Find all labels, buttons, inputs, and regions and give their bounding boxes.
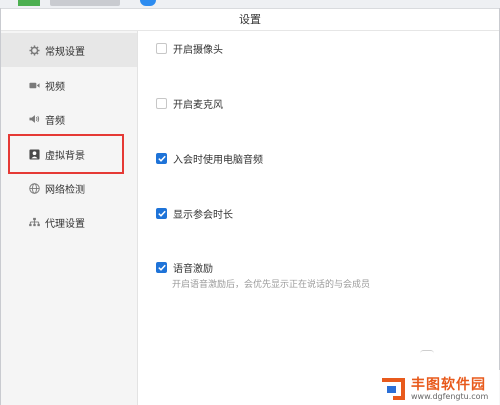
check-icon (157, 210, 166, 217)
computer-audio-checkbox[interactable] (156, 153, 167, 164)
network-icon (27, 215, 41, 229)
watermark: 丰图软件园 www.dgfengtu.com (375, 370, 500, 405)
window-title: 设置 (1, 9, 499, 31)
speaker-icon (27, 112, 41, 126)
option-microphone[interactable]: 开启麦克风 (156, 96, 223, 111)
camera-icon (27, 78, 41, 92)
settings-sidebar: 常规设置 视频 音频 虚拟背景 网络检测 代理设置 (1, 31, 138, 405)
voice-activation-checkbox[interactable] (156, 262, 167, 273)
camera-checkbox[interactable] (156, 43, 167, 54)
watermark-logo-icon (379, 376, 407, 405)
voice-activation-hint: 开启语音激励后，会优先显示正在说话的与会成员 (172, 280, 371, 290)
settings-window: 设置 常规设置 视频 音频 虚拟背景 网络检测 代理设置 开启摄像头 开启麦克风… (0, 0, 500, 405)
sidebar-item-audio[interactable]: 音频 (1, 102, 137, 136)
sidebar-item-general[interactable]: 常规设置 (1, 33, 137, 67)
option-computer-audio[interactable]: 入会时使用电脑音频 (156, 151, 263, 166)
sidebar-item-label: 常规设置 (45, 46, 85, 58)
option-voice-activation[interactable]: 语音激励 (156, 260, 213, 275)
microphone-checkbox[interactable] (156, 98, 167, 109)
sidebar-item-proxy[interactable]: 代理设置 (1, 205, 137, 239)
option-label: 语音激励 (173, 264, 213, 275)
option-label: 显示参会时长 (173, 210, 233, 221)
background-app-fragment (50, 0, 120, 6)
option-show-duration[interactable]: 显示参会时长 (156, 206, 233, 221)
sidebar-item-network-test[interactable]: 网络检测 (1, 171, 137, 205)
gear-icon (27, 43, 41, 57)
settings-content: 开启摄像头 开启麦克风 入会时使用电脑音频 显示参会时长 语音激励 开启语音激励… (138, 31, 498, 405)
sidebar-item-video[interactable]: 视频 (1, 68, 137, 102)
loading-arc (420, 350, 434, 357)
globe-icon (27, 181, 41, 195)
background-app-bar (0, 0, 500, 9)
background-app-fragment (140, 0, 156, 6)
sidebar-item-label: 代理设置 (45, 218, 85, 230)
sidebar-item-label: 音频 (45, 115, 65, 127)
watermark-name: 丰图软件园 (411, 377, 486, 393)
option-label: 开启摄像头 (173, 45, 223, 56)
check-icon (157, 264, 166, 271)
background-app-fragment (18, 0, 40, 6)
show-duration-checkbox[interactable] (156, 208, 167, 219)
highlight-annotation (8, 134, 124, 174)
sidebar-item-label: 网络检测 (45, 184, 85, 196)
check-icon (157, 155, 166, 162)
sidebar-item-label: 视频 (45, 81, 65, 93)
watermark-url: www.dgfengtu.com (411, 392, 489, 401)
option-label: 开启麦克风 (173, 100, 223, 111)
option-label: 入会时使用电脑音频 (173, 155, 263, 166)
option-camera[interactable]: 开启摄像头 (156, 41, 223, 56)
